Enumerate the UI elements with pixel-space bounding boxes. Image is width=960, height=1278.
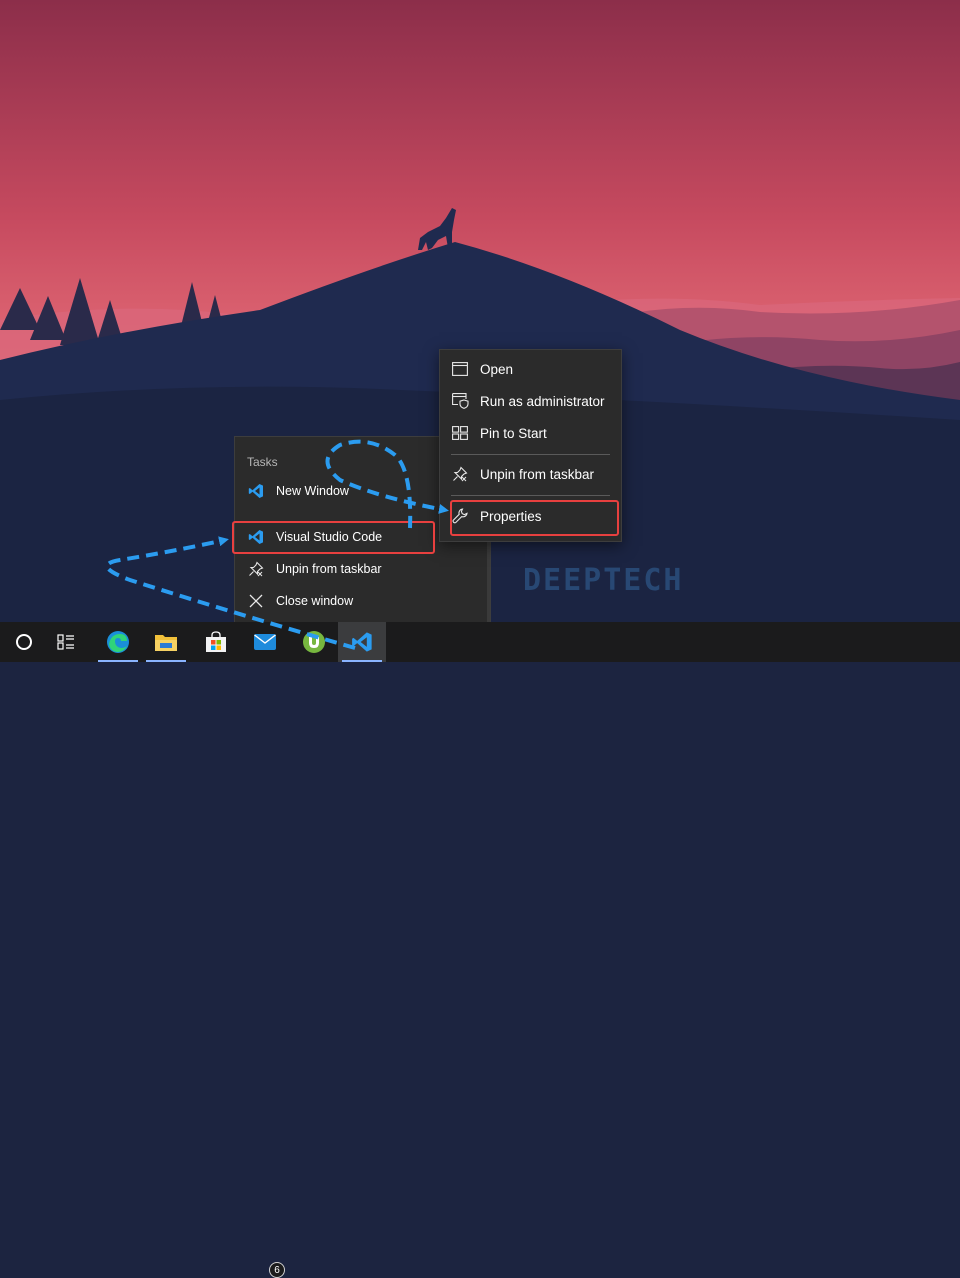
- wrench-icon: [451, 507, 469, 525]
- edge-icon: [107, 631, 129, 653]
- taskbar-edge-button[interactable]: [94, 622, 142, 662]
- vscode-icon: [352, 632, 372, 652]
- context-menu-item-properties[interactable]: Properties: [440, 501, 621, 531]
- folder-icon: [155, 635, 177, 651]
- jump-list-tasks-header: Tasks: [247, 455, 278, 469]
- taskbar: 6: [0, 622, 960, 1278]
- vscode-icon: [247, 528, 265, 546]
- jump-list-item-label: Visual Studio Code: [276, 530, 383, 544]
- admin-shield-window-icon: [451, 392, 469, 410]
- jump-list-item-unpin-from-taskbar[interactable]: Unpin from taskbar: [235, 555, 435, 583]
- watermark-text: DEEPTECH: [523, 563, 684, 598]
- vscode-icon: [247, 482, 265, 500]
- context-menu-item-label: Open: [480, 361, 514, 377]
- jump-list-item-new-window[interactable]: New Window: [235, 477, 435, 505]
- taskbar-cortana-button[interactable]: [0, 622, 48, 662]
- jump-list-item-label: Unpin from taskbar: [276, 562, 382, 576]
- context-menu-item-open[interactable]: Open: [440, 354, 621, 384]
- context-menu: Open Run as administrator Pin to Start U…: [439, 349, 622, 542]
- task-view-icon: [57, 634, 74, 650]
- taskbar-microsoft-store-button[interactable]: [192, 622, 240, 662]
- taskbar-vscode-button[interactable]: [338, 622, 386, 662]
- context-menu-item-label: Properties: [480, 508, 542, 524]
- jump-list-item-label: New Window: [276, 484, 349, 498]
- taskbar-file-explorer-button[interactable]: [142, 622, 190, 662]
- unpin-icon: [247, 560, 265, 578]
- mail-envelope-icon: [254, 634, 276, 650]
- context-menu-separator: [451, 454, 610, 455]
- store-bag-icon: [206, 631, 226, 652]
- mail-unread-badge: 6: [269, 1262, 285, 1278]
- taskbar-mail-button[interactable]: [241, 622, 289, 662]
- context-menu-item-label: Run as administrator: [480, 393, 605, 409]
- pin-to-start-icon: [451, 424, 469, 442]
- context-menu-separator: [451, 495, 610, 496]
- unpin-icon: [451, 465, 469, 483]
- jump-list-item-close-window[interactable]: Close window: [235, 587, 435, 615]
- window-icon: [451, 360, 469, 378]
- jump-list-item-visual-studio-code[interactable]: Visual Studio Code: [235, 523, 435, 551]
- utorrent-icon: [303, 631, 325, 653]
- cortana-circle-icon: [16, 634, 32, 650]
- taskbar-utorrent-button[interactable]: [290, 622, 338, 662]
- context-menu-item-label: Unpin from taskbar: [480, 466, 595, 482]
- context-menu-item-pin-to-start[interactable]: Pin to Start: [440, 418, 621, 448]
- close-icon: [247, 592, 265, 610]
- context-menu-item-unpin-from-taskbar[interactable]: Unpin from taskbar: [440, 459, 621, 489]
- jump-list-item-label: Close window: [276, 594, 354, 608]
- context-menu-item-run-as-administrator[interactable]: Run as administrator: [440, 386, 621, 416]
- context-menu-item-label: Pin to Start: [480, 425, 547, 441]
- taskbar-task-view-button[interactable]: [43, 622, 91, 662]
